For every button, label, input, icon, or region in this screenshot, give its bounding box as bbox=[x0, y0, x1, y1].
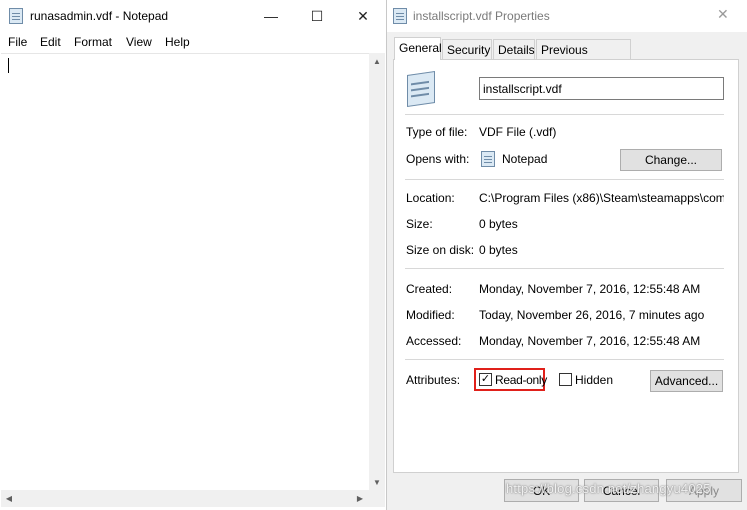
menu-help[interactable]: Help bbox=[165, 35, 190, 49]
scroll-left-icon[interactable]: ◀ bbox=[1, 490, 17, 506]
text-caret bbox=[8, 58, 9, 73]
general-tab-panel bbox=[393, 59, 739, 473]
maximize-icon: ☐ bbox=[310, 7, 324, 24]
hidden-label: Hidden bbox=[575, 373, 614, 387]
divider bbox=[405, 114, 724, 115]
properties-title-bar[interactable]: installscript.vdf Properties ✕ bbox=[387, 0, 747, 32]
close-button[interactable]: ✕ bbox=[340, 0, 386, 32]
scroll-down-icon[interactable]: ▼ bbox=[369, 474, 385, 490]
divider bbox=[405, 359, 724, 360]
size-on-disk-label: Size on disk: bbox=[406, 243, 475, 257]
location-label: Location: bbox=[406, 191, 455, 205]
horizontal-scrollbar[interactable]: ◀ ▶ bbox=[1, 490, 369, 507]
created-value: Monday, November 7, 2016, 12:55:48 AM bbox=[479, 282, 701, 296]
maximize-button[interactable]: ☐ bbox=[294, 0, 340, 32]
scroll-right-icon[interactable]: ▶ bbox=[352, 490, 368, 506]
close-icon: ✕ bbox=[357, 7, 369, 24]
file-icon bbox=[393, 8, 407, 24]
menu-format[interactable]: Format bbox=[74, 35, 112, 49]
scroll-up-icon[interactable]: ▲ bbox=[369, 53, 385, 69]
checkmark-icon: ✓ bbox=[480, 373, 491, 385]
notepad-window: runasadmin.vdf - Notepad — ☐ ✕ File Edit… bbox=[0, 0, 387, 510]
vertical-scrollbar[interactable]: ▲ ▼ bbox=[369, 53, 385, 490]
opens-with-value: Notepad bbox=[502, 152, 548, 166]
opens-with-label: Opens with: bbox=[406, 152, 470, 166]
notepad-window-title: runasadmin.vdf - Notepad bbox=[30, 9, 169, 23]
minimize-icon: — bbox=[264, 8, 278, 24]
accessed-label: Accessed: bbox=[406, 334, 462, 348]
modified-label: Modified: bbox=[406, 308, 455, 322]
accessed-value: Monday, November 7, 2016, 12:55:48 AM bbox=[479, 334, 701, 348]
watermark-text: https://blog.csdn.net/zhangyu4025 bbox=[506, 481, 711, 496]
notepad-file-icon bbox=[407, 71, 435, 107]
scrollbar-corner bbox=[369, 490, 385, 507]
menu-file[interactable]: File bbox=[8, 35, 27, 49]
tab-general[interactable]: General bbox=[394, 37, 442, 60]
attributes-label: Attributes: bbox=[406, 373, 461, 387]
size-value: 0 bytes bbox=[479, 217, 518, 231]
menu-view[interactable]: View bbox=[126, 35, 152, 49]
tab-details[interactable]: Details bbox=[493, 39, 535, 59]
location-value: C:\Program Files (x86)\Steam\steamapps\c… bbox=[479, 191, 724, 205]
properties-window-title: installscript.vdf Properties bbox=[413, 9, 550, 23]
minimize-button[interactable]: — bbox=[248, 0, 294, 32]
tab-previous-versions[interactable]: Previous Versions bbox=[536, 39, 631, 77]
notepad-icon bbox=[9, 8, 23, 24]
tab-security[interactable]: Security bbox=[442, 39, 492, 59]
read-only-label: Read-only bbox=[495, 373, 547, 387]
read-only-checkbox[interactable]: ✓ bbox=[479, 373, 492, 386]
type-of-file-label: Type of file: bbox=[406, 125, 468, 139]
notepad-menu-bar: File Edit Format View Help bbox=[0, 32, 386, 52]
hidden-checkbox[interactable] bbox=[559, 373, 572, 386]
divider bbox=[405, 268, 724, 269]
change-button[interactable]: Change... bbox=[620, 149, 722, 171]
created-label: Created: bbox=[406, 282, 453, 296]
file-name-input[interactable] bbox=[479, 77, 724, 100]
notepad-title-bar[interactable]: runasadmin.vdf - Notepad — ☐ ✕ bbox=[0, 0, 386, 32]
notepad-app-icon bbox=[481, 151, 495, 167]
properties-close-icon[interactable]: ✕ bbox=[717, 6, 729, 23]
divider bbox=[405, 179, 724, 180]
notepad-text-area[interactable] bbox=[1, 53, 369, 491]
menu-edit[interactable]: Edit bbox=[40, 35, 61, 49]
size-on-disk-value: 0 bytes bbox=[479, 243, 518, 257]
type-of-file-value: VDF File (.vdf) bbox=[479, 125, 557, 139]
advanced-button[interactable]: Advanced... bbox=[650, 370, 723, 392]
modified-value: Today, November 26, 2016, 7 minutes ago bbox=[479, 308, 705, 322]
size-label: Size: bbox=[406, 217, 433, 231]
